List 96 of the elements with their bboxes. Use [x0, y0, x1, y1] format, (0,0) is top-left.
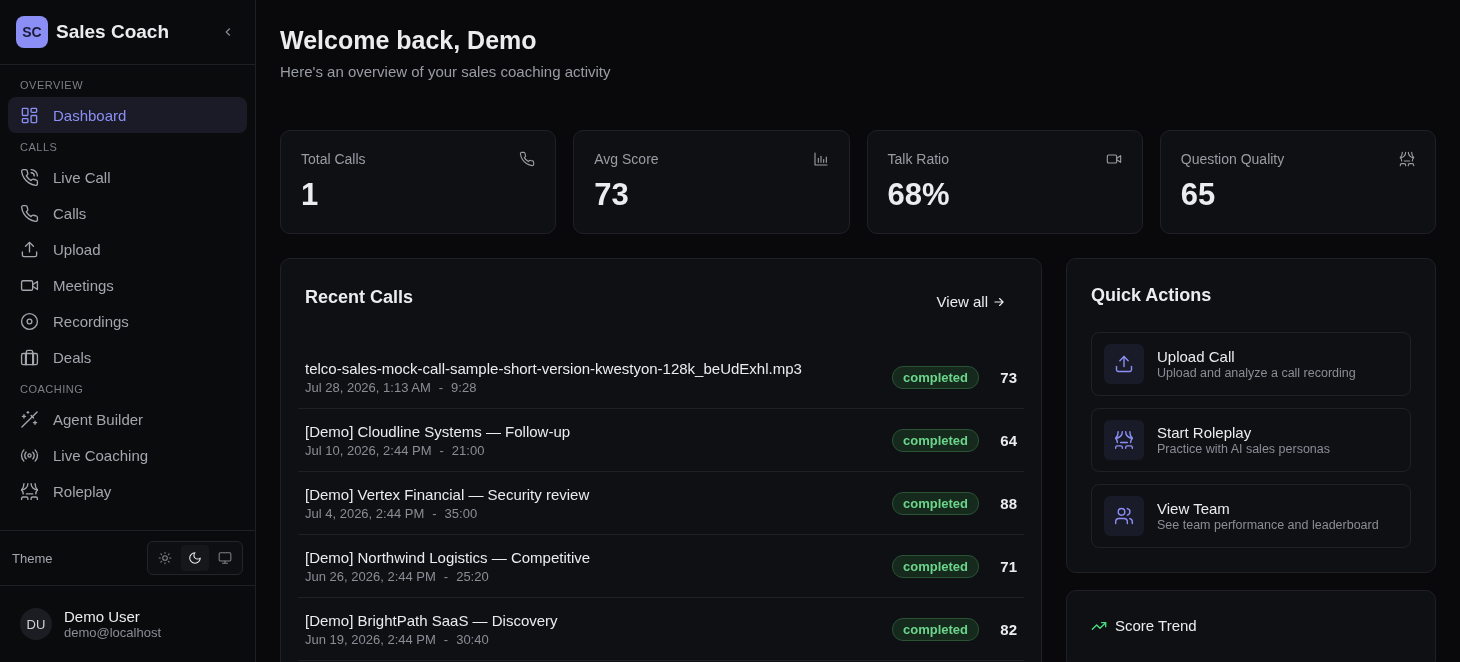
call-name: [Demo] Vertex Financial — Security review — [305, 485, 591, 503]
disc-icon — [20, 311, 39, 331]
stat-value: 65 — [1180, 177, 1217, 213]
call-row[interactable]: [Demo] Northwind Logistics — Competitive Jun 26, 2026, 2:44 PM - 25:20 completed 71 — [298, 535, 1024, 598]
phone-icon — [519, 151, 536, 167]
call-duration: 9:28 — [451, 379, 477, 395]
magic-wand-icon — [20, 409, 39, 429]
nav-item[interactable]: Meetings — [8, 267, 247, 303]
call-row[interactable]: [Demo] Vertex Financial — Security review Jul 4, 2026, 2:44 PM - 35:00 completed 88 — [298, 472, 1024, 535]
phone-icon — [20, 203, 39, 223]
stat-value: 68% — [887, 177, 951, 213]
call-score: 82 — [999, 620, 1017, 638]
call-row[interactable]: [Demo] Cloudline Systems — Follow-up Jul 10, 2026, 2:44 PM - 21:00 completed 64 — [298, 409, 1024, 472]
monitor-icon — [218, 551, 232, 565]
call-duration: 25:20 — [456, 568, 489, 584]
status-badge: completed — [892, 365, 979, 389]
nav-item[interactable]: Upload — [8, 231, 247, 267]
upload-icon — [1104, 344, 1144, 384]
stat-label: Avg Score — [594, 151, 659, 167]
theater-masks-icon — [1399, 151, 1415, 167]
users-icon — [1104, 496, 1144, 536]
upload-icon — [20, 239, 39, 259]
call-name: [Demo] Cloudline Systems — Follow-up — [305, 422, 572, 440]
view-all-link[interactable]: View all — [936, 293, 1006, 310]
call-name: [Demo] BrightPath SaaS — Discovery — [305, 611, 559, 629]
call-date: Jul 4, 2026, 2:44 PM — [305, 505, 425, 521]
theater-masks-icon — [20, 481, 39, 501]
call-duration: 35:00 — [444, 505, 478, 521]
moon-icon — [188, 551, 202, 565]
call-date: Jul 28, 2026, 1:13 AM — [305, 379, 431, 395]
meta-separator: - — [439, 442, 444, 458]
quick-action-description: See team performance and leaderboard — [1157, 518, 1379, 532]
nav-item[interactable]: Live Call — [8, 159, 247, 195]
call-score: 64 — [999, 431, 1017, 449]
call-name: [Demo] Northwind Logistics — Competitive — [305, 548, 592, 566]
page-subtitle: Here's an overview of your sales coaching activity — [280, 63, 612, 80]
call-score: 71 — [999, 557, 1017, 575]
quick-action-title: Start Roleplay — [1157, 424, 1253, 441]
phone-call-icon — [20, 167, 39, 187]
nav-item[interactable]: Recordings — [8, 303, 247, 339]
user-name: Demo User — [64, 608, 141, 625]
page-title: Welcome back, Demo — [280, 26, 538, 55]
status-badge: completed — [892, 491, 979, 515]
nav-section-label: COACHING — [19, 382, 85, 397]
quick-action-title: View Team — [1157, 500, 1231, 517]
user-email: demo@localhost — [64, 625, 162, 640]
status-badge: completed — [892, 554, 979, 578]
meta-separator: - — [438, 379, 444, 395]
panel-title: Quick Actions — [1091, 285, 1213, 306]
app-name: Sales Coach — [56, 21, 170, 43]
meta-separator: - — [443, 631, 449, 647]
theme-label: Theme — [12, 550, 53, 566]
panel-title: Score Trend — [1115, 617, 1197, 634]
call-date: Jul 10, 2026, 2:44 PM — [305, 442, 432, 458]
call-row[interactable]: telco-sales-mock-call-sample-short-version-kwestyon-128k_beUdExhl.mp3 Jul 28, 2026, 1:13 AM - 9:28 completed 73 — [298, 346, 1024, 409]
nav-section-label: CALLS — [19, 140, 59, 155]
call-duration: 30:40 — [456, 631, 489, 647]
nav-item[interactable]: Deals — [8, 339, 247, 375]
panel-title: Recent Calls — [305, 287, 414, 308]
nav-item[interactable]: Agent Builder — [8, 401, 247, 437]
nav-section-label: OVERVIEW — [19, 78, 85, 93]
quick-action-item[interactable]: Upload Call Upload and analyze a call recording — [1091, 332, 1411, 396]
bar-chart-icon — [812, 151, 829, 167]
meta-separator: - — [432, 505, 437, 521]
call-duration: 21:00 — [451, 442, 485, 458]
logo-badge: SC — [16, 16, 48, 48]
call-score: 88 — [999, 494, 1017, 512]
call-score: 73 — [999, 368, 1017, 386]
status-badge: completed — [892, 428, 979, 452]
status-badge: completed — [892, 617, 979, 641]
nav-item[interactable]: Calls — [8, 195, 247, 231]
nav-item[interactable]: Roleplay — [8, 473, 247, 509]
quick-action-item[interactable]: View Team See team performance and leaderboard — [1091, 484, 1411, 548]
call-row[interactable]: [Demo] BrightPath SaaS — Discovery Jun 19, 2026, 2:44 PM - 30:40 completed 82 — [298, 598, 1024, 661]
nav-item[interactable]: Dashboard — [8, 97, 247, 133]
stat-label: Talk Ratio — [887, 151, 949, 167]
theme-button[interactable] — [181, 545, 209, 571]
quick-action-description: Practice with AI sales personas — [1157, 442, 1330, 456]
stat-value: 1 — [301, 177, 320, 213]
quick-action-description: Upload and analyze a call recording — [1157, 366, 1356, 380]
meta-separator: - — [443, 568, 449, 584]
stat-label: Total Calls — [301, 151, 366, 167]
video-camera-icon — [1105, 151, 1122, 167]
nav-item[interactable]: Live Coaching — [8, 437, 247, 473]
quick-action-item[interactable]: Start Roleplay Practice with AI sales personas — [1091, 408, 1411, 472]
briefcase-icon — [20, 347, 39, 367]
call-name: telco-sales-mock-call-sample-short-version-kwestyon-128k_beUdExhl.mp3 — [305, 359, 803, 377]
quick-action-title: Upload Call — [1157, 348, 1236, 365]
sun-icon — [158, 551, 172, 565]
theater-masks-icon — [1104, 420, 1144, 460]
user-avatar: DU — [20, 608, 52, 640]
stat-label: Question Quality — [1180, 151, 1285, 167]
call-date: Jun 19, 2026, 2:44 PM — [305, 631, 436, 647]
stat-value: 73 — [594, 177, 630, 213]
call-date: Jun 26, 2026, 2:44 PM — [305, 568, 436, 584]
grid-icon — [20, 105, 39, 125]
